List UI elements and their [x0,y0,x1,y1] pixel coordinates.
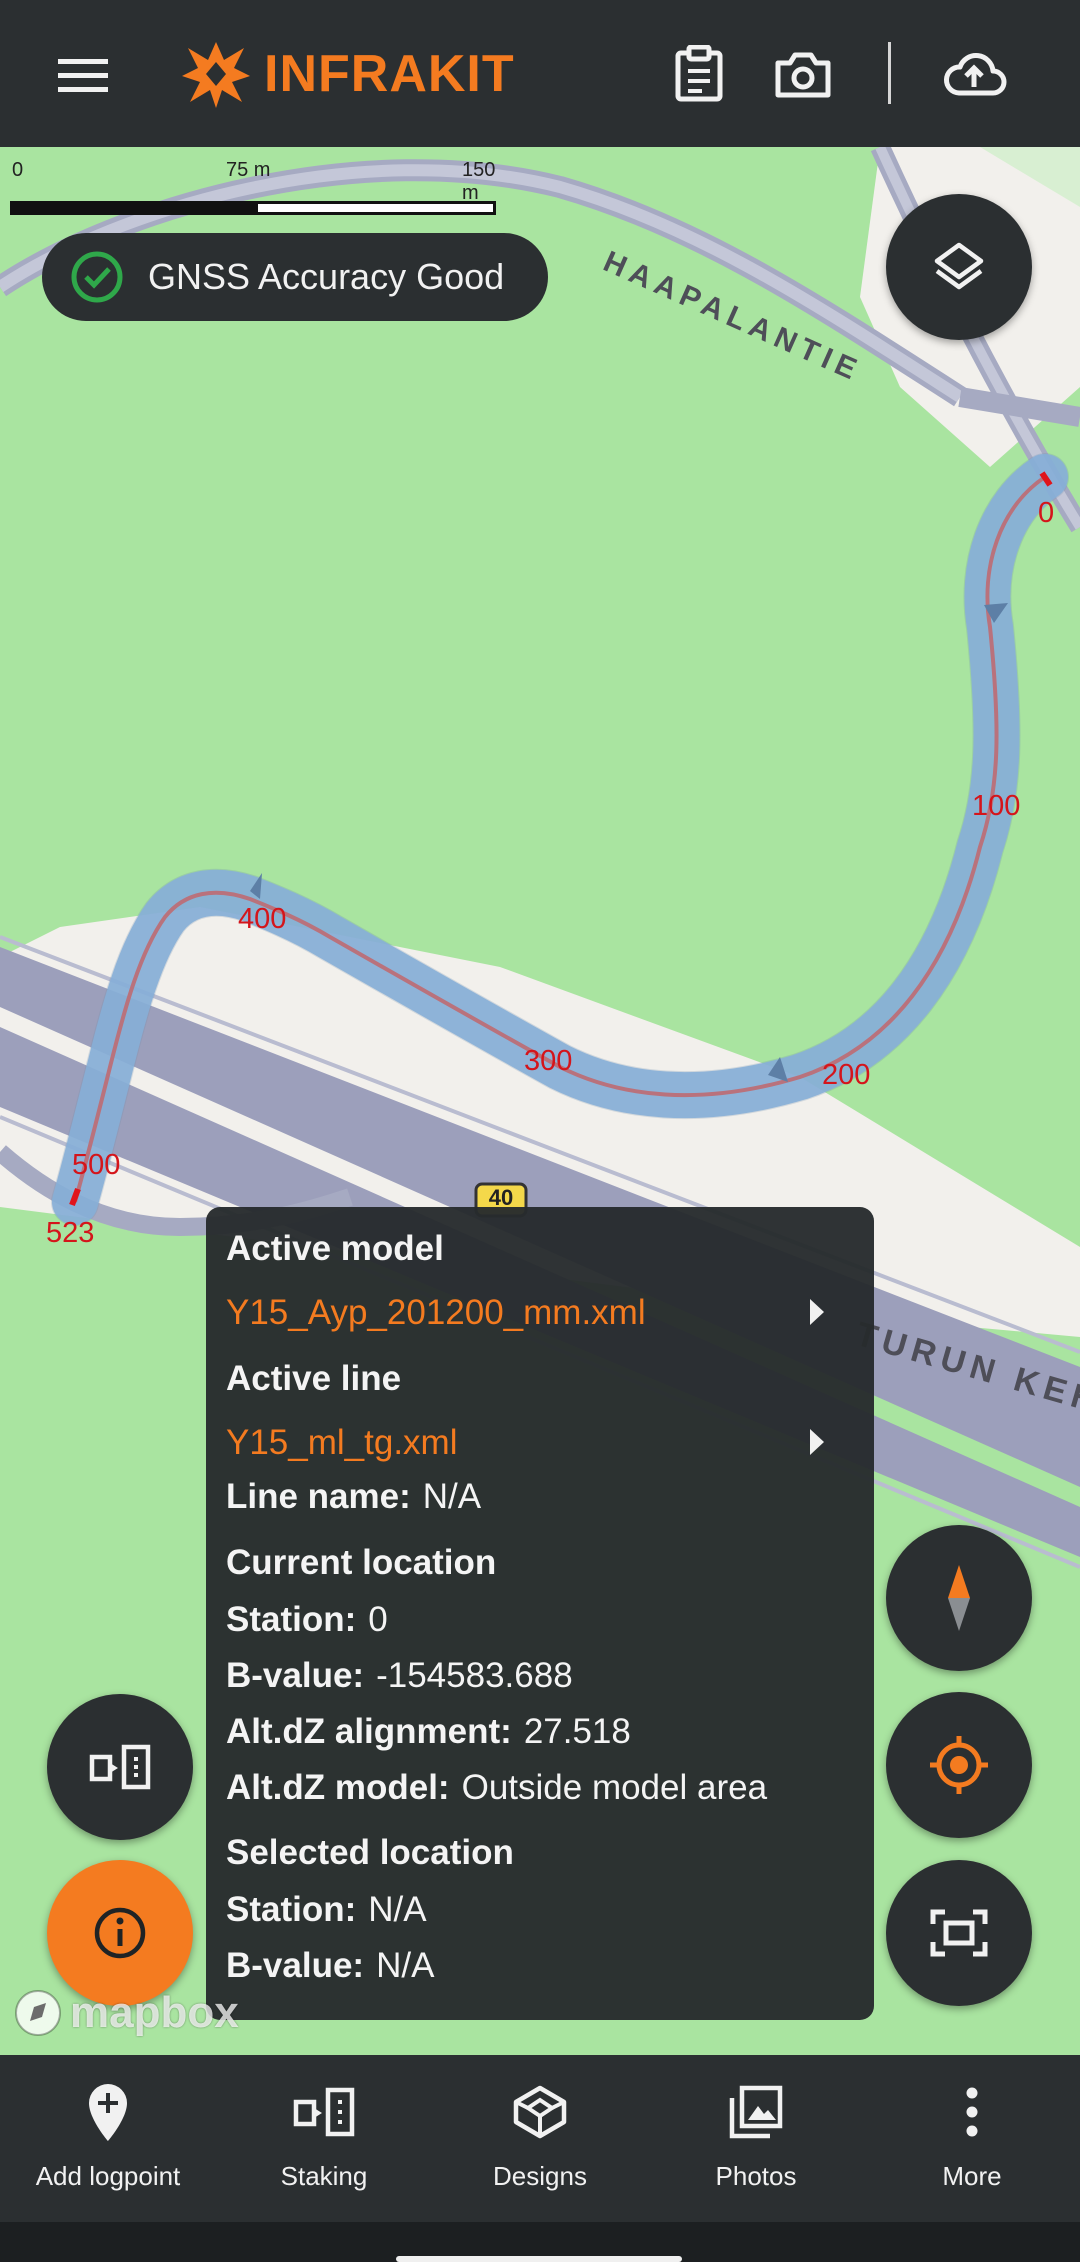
more-icon [966,2087,978,2137]
station-label-500: 500 [72,1149,121,1181]
altdz-model-row: Alt.dZ model: Outside model area [226,1768,854,1808]
station-row: Station: 0 [226,1600,854,1640]
staking-toggle-button[interactable] [47,1694,193,1840]
selected-station-value: N/A [368,1890,427,1929]
line-name-row: Line name: N/A [226,1477,854,1517]
altdz-alignment-label: Alt.dZ alignment: [226,1712,512,1751]
app-name: INFRAKIT [264,45,515,103]
nav-label-staking: Staking [280,2161,368,2191]
scale-segment [13,204,258,212]
gnss-status-text: GNSS Accuracy Good [148,256,505,297]
selected-bvalue-row: B-value: N/A [226,1946,854,1986]
add-logpoint-icon [89,2084,127,2141]
selected-station-row: Station: N/A [226,1890,854,1930]
selected-bvalue-value: N/A [376,1946,435,1985]
map-view[interactable]: HAAPALANTIE TURUN KEH 40 0 100 200 300 4… [0,147,1080,2055]
bvalue-label: B-value: [226,1656,365,1695]
clipboard-button[interactable] [664,36,734,112]
staking-icon [89,1744,151,1790]
header-divider [888,42,891,104]
active-line-selector[interactable]: Y15_ml_tg.xml [226,1423,854,1463]
selected-location-heading: Selected location [226,1833,514,1872]
app-logo: INFRAKIT [178,34,515,114]
menu-icon [58,59,108,92]
alignment-info-panel: Active model Y15_Ayp_201200_mm.xml Activ… [206,1207,874,2020]
compass-icon [948,1565,970,1631]
nav-add-logpoint[interactable]: Add logpoint [0,2055,216,2222]
chevron-right-icon [810,1429,824,1455]
camera-button[interactable] [768,36,838,112]
home-indicator[interactable] [396,2256,682,2262]
cloud-sync-button[interactable] [934,36,1014,112]
altdz-model-label: Alt.dZ model: [226,1768,450,1807]
station-label-400: 400 [238,903,287,935]
gnss-status-badge[interactable]: GNSS Accuracy Good [42,233,548,321]
station-label-200: 200 [822,1059,871,1091]
layers-button[interactable] [886,194,1032,340]
info-button[interactable] [47,1860,193,2006]
bvalue-row: B-value: -154583.688 [226,1656,854,1696]
crosshair-icon [930,1736,988,1794]
active-model-selector[interactable]: Y15_Ayp_201200_mm.xml [226,1293,854,1333]
designs-icon [513,2085,567,2139]
chevron-right-icon [810,1299,824,1325]
infrakit-logo-icon [182,42,250,108]
altdz-alignment-value: 27.518 [523,1712,631,1751]
fit-extent-button[interactable] [886,1860,1032,2006]
menu-button[interactable] [40,40,126,110]
bottom-navigation: Add logpoint Staking Designs Photos More [0,2055,1080,2222]
nav-label-designs: Designs [493,2161,587,2191]
altdz-alignment-row: Alt.dZ alignment: 27.518 [226,1712,854,1752]
check-circle-icon [71,251,123,303]
nav-more[interactable]: More [864,2055,1080,2222]
mapbox-attribution-text: mapbox [70,1988,239,2037]
line-name-label: Line name: [226,1477,411,1516]
cloud-upload-icon [944,53,1007,96]
station-label-100: 100 [972,790,1021,822]
locate-me-button[interactable] [886,1692,1032,1838]
mapbox-logo-icon [15,1990,61,2036]
nav-label-photos: Photos [715,2161,797,2191]
line-name-value: N/A [422,1477,482,1516]
staking-icon [293,2087,355,2137]
nav-staking[interactable]: Staking [216,2055,432,2222]
bvalue-value: -154583.688 [376,1656,573,1695]
nav-label-add-logpoint: Add logpoint [35,2161,181,2191]
app-header: INFRAKIT [0,0,1080,147]
station-label-523: 523 [46,1217,95,1249]
active-model-value: Y15_Ayp_201200_mm.xml [226,1293,646,1332]
selected-bvalue-label: B-value: [226,1946,365,1985]
info-icon [94,1907,146,1959]
scale-track [10,201,496,215]
compass-button[interactable] [886,1525,1032,1671]
active-line-value: Y15_ml_tg.xml [226,1423,458,1462]
active-line-heading: Active line [226,1359,402,1398]
active-model-heading: Active model [226,1229,444,1268]
current-location-heading: Current location [226,1543,497,1582]
altdz-model-value: Outside model area [461,1768,768,1807]
station-label-0: 0 [1038,497,1055,529]
station-label-300: 300 [524,1045,573,1077]
fit-screen-icon [930,1909,988,1957]
camera-icon [775,52,831,98]
photos-icon [729,2085,783,2139]
scale-label-75: 75 m [226,159,271,181]
nav-designs[interactable]: Designs [432,2055,648,2222]
layers-icon [934,242,984,290]
station-value: 0 [368,1600,388,1639]
scale-label-0: 0 [12,159,24,181]
scale-label-150: 150 m [462,159,496,204]
station-label: Station: [226,1600,357,1639]
mapbox-attribution[interactable]: mapbox [12,1987,239,2039]
nav-photos[interactable]: Photos [648,2055,864,2222]
selected-station-label: Station: [226,1890,357,1929]
nav-label-more: More [942,2161,1002,2191]
clipboard-icon [675,45,723,102]
